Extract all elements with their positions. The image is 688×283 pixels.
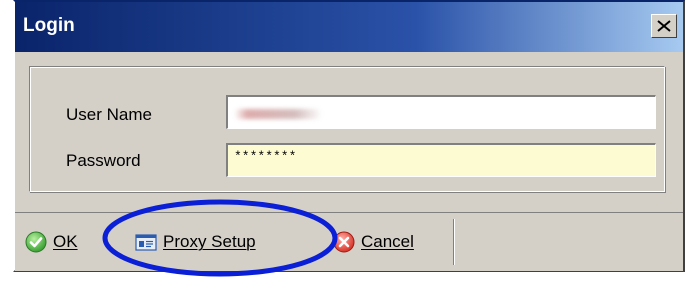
title-bar[interactable]: Login	[15, 2, 683, 52]
password-label: Password	[66, 151, 141, 170]
ok-label: OK	[53, 232, 78, 251]
ok-button[interactable]: OK	[25, 227, 78, 257]
password-field[interactable]: ********	[226, 143, 656, 177]
highlight-ellipse	[102, 199, 338, 277]
cancel-button[interactable]: Cancel	[333, 227, 414, 257]
button-bar-separator	[453, 219, 455, 265]
close-button[interactable]	[651, 14, 677, 38]
check-circle-icon	[25, 231, 47, 253]
username-field[interactable]	[226, 95, 656, 129]
credentials-group: User Name Password ********	[29, 66, 665, 192]
close-icon	[657, 20, 671, 32]
username-label: User Name	[66, 105, 152, 124]
cancel-label: Cancel	[361, 232, 414, 251]
window-title: Login	[23, 15, 75, 36]
username-value-redacted	[234, 109, 322, 119]
